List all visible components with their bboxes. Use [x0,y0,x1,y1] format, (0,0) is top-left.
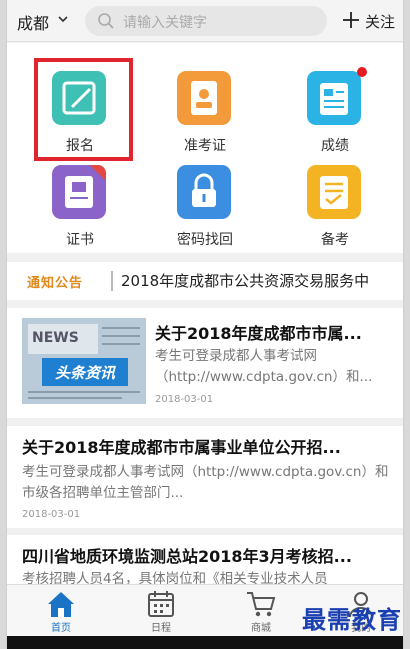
grid-item-score[interactable]: 成绩 [280,51,390,154]
search-icon [98,13,114,29]
news-title: 关于2018年度成都市市属... [155,324,362,343]
news-description: 考生可登录成都人事考试网（http://www.cdpta.gov.cn）和..… [155,348,373,385]
nav-label: 商城 [251,623,271,634]
notice-badge: 通知公告 [27,276,84,291]
thumb-news-text: NEWS [32,330,79,346]
lock-icon [177,165,231,219]
thumb-caption: 头条资讯 [55,364,116,382]
score-document-icon [307,71,361,125]
news-title: 四川省地质环境监测总站2018年3月考核招... [22,547,352,566]
grid-item-certificate[interactable]: 证书 [25,145,135,248]
newspaper-image: NEWS 头条资讯 [22,318,146,404]
nav-schedule[interactable]: 日程 [121,585,201,637]
nav-label: 首页 [51,623,71,634]
grid-item-exam-prep[interactable]: 备考 [280,145,390,248]
news-item[interactable]: NEWS 头条资讯 关于2018年度成都市市属... 考生可登录成都人事考试网（… [7,308,403,418]
watermark-logo: 最需教育 [302,605,402,634]
certificate-icon [52,165,106,219]
app-frame: 成都 请输入关键字 关注 报名 准考证 成绩 证书 密码找回 备考 通知公告 2… [6,0,404,649]
function-grid: 报名 准考证 成绩 证书 密码找回 备考 [7,43,403,253]
news-item[interactable]: 四川省地质环境监测总站2018年3月考核招... 考核招聘人员4名，具体岗位和《… [7,535,403,585]
grid-item-label: 密码找回 [177,232,233,248]
grid-item-label: 证书 [66,232,94,248]
search-placeholder: 请输入关键字 [123,15,207,31]
nav-mall[interactable]: 商城 [221,585,301,637]
divider [111,271,113,291]
search-input[interactable]: 请输入关键字 [85,6,327,36]
plus-icon [343,12,359,28]
news-item[interactable]: 关于2018年度成都市市属事业单位公开招... 考生可登录成都人事考试网（htt… [7,426,403,528]
news-description: 考核招聘人员4名，具体岗位和《相关专业技术人员 [22,571,328,585]
news-thumbnail: NEWS 头条资讯 [22,318,146,404]
news-date: 2018-03-01 [22,509,81,520]
grid-item-password-recovery[interactable]: 密码找回 [150,145,260,248]
nav-home[interactable]: 首页 [21,585,101,637]
home-icon [48,592,74,617]
follow-button[interactable]: 关注 [337,8,403,34]
cart-icon [247,592,276,617]
news-date: 2018-03-01 [155,394,214,405]
notice-text: 2018年度成都市公共资源交易服务中 [121,272,370,290]
admission-card-icon [177,71,231,125]
city-selector[interactable]: 成都 [17,10,49,34]
calendar-icon [148,591,174,617]
news-description: 考生可登录成都人事考试网（http://www.cdpta.gov.cn）和市级… [22,464,389,501]
top-bar: 成都 请输入关键字 关注 [7,0,403,42]
system-nav-bar [7,636,403,649]
prep-clipboard-icon [307,165,361,219]
notice-bar[interactable]: 通知公告 2018年度成都市公共资源交易服务中 [7,262,403,300]
nav-label: 日程 [151,623,171,634]
grid-item-admission-card[interactable]: 准考证 [150,51,260,154]
notification-dot [357,67,367,77]
grid-item-label: 备考 [321,232,349,248]
chevron-down-icon[interactable] [57,13,69,25]
news-title: 关于2018年度成都市市属事业单位公开招... [22,438,341,457]
follow-label: 关注 [365,13,396,31]
